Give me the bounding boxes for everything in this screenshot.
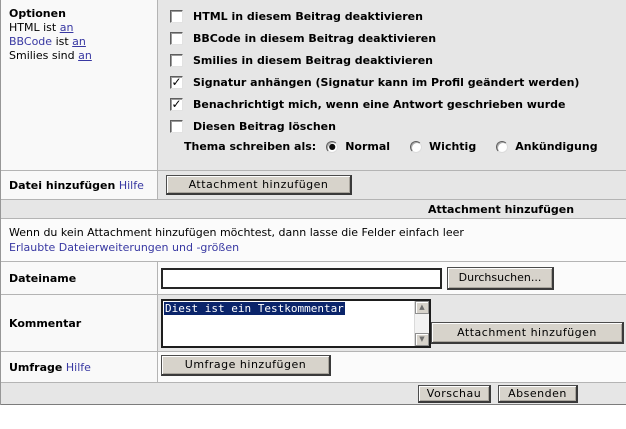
checkbox-label-bbcode[interactable]: BBCode in diesem Beitrag deaktivieren	[193, 32, 436, 45]
radio-label-wichtig[interactable]: Wichtig	[429, 140, 476, 153]
bbcode-link[interactable]: BBCode	[9, 35, 52, 48]
add-file-label-cell: Datei hinzufügen Hilfe	[1, 171, 158, 199]
radio-ankuendigung[interactable]	[496, 140, 509, 153]
comment-label-cell: Kommentar	[1, 295, 158, 351]
add-file-button-cell: Attachment hinzufügen	[158, 171, 626, 199]
allowed-extensions-link[interactable]: Erlaubte Dateierweiterungen und -größen	[9, 241, 239, 254]
scroll-down-icon[interactable]: ▼	[415, 333, 429, 346]
attachment-panel-title: Attachment hinzufügen	[428, 203, 575, 216]
comment-cell: Diest ist ein Testkommentar ▲ ▼ Attachme…	[158, 295, 626, 351]
bbcode-status-link[interactable]: an	[72, 35, 86, 48]
checkbox-row-delete: Diesen Beitrag löschen	[170, 115, 626, 137]
html-status-link[interactable]: an	[60, 21, 74, 34]
bbcode-status-line: BBCode ist an	[9, 35, 86, 48]
add-file-row: Datei hinzufügen Hilfe Attachment hinzuf…	[1, 171, 626, 200]
checkbox-disable-smilies[interactable]	[170, 53, 183, 67]
attachment-add-button-comment[interactable]: Attachment hinzufügen	[431, 322, 624, 344]
smilies-status-line: Smilies sind an	[9, 49, 92, 62]
filename-input-cell: Durchsuchen...	[158, 262, 626, 294]
comment-textarea[interactable]: Diest ist ein Testkommentar ▲ ▼	[161, 299, 431, 348]
browse-button[interactable]: Durchsuchen...	[447, 266, 554, 290]
options-title: Optionen	[9, 7, 66, 20]
comment-selected-text: Diest ist ein Testkommentar	[164, 302, 345, 315]
filename-label: Dateiname	[9, 271, 77, 285]
filename-label-cell: Dateiname	[1, 262, 158, 294]
options-row: Optionen HTML ist an BBCode ist an Smili…	[1, 0, 626, 171]
form-table: Optionen HTML ist an BBCode ist an Smili…	[0, 0, 626, 405]
checkbox-row-html: HTML in diesem Beitrag deaktivieren	[170, 5, 626, 27]
comment-text-area-content: Diest ist ein Testkommentar	[163, 301, 414, 346]
checkbox-row-signature: ✓ Signatur anhängen (Signatur kann im Pr…	[170, 71, 626, 93]
html-status-line: HTML ist an	[9, 21, 74, 34]
footer-row: Vorschau Absenden	[1, 383, 626, 405]
submit-button[interactable]: Absenden	[498, 385, 578, 403]
comment-label: Kommentar	[9, 316, 82, 330]
checkbox-disable-bbcode[interactable]	[170, 31, 183, 45]
radio-normal[interactable]: ●	[326, 140, 339, 153]
attachment-panel-header: Attachment hinzufügen	[1, 200, 626, 219]
checkbox-notify-reply[interactable]: ✓	[170, 97, 183, 111]
radio-wichtig[interactable]	[410, 140, 423, 153]
attachment-help-link[interactable]: Hilfe	[119, 179, 144, 192]
checkbox-label-delete[interactable]: Diesen Beitrag löschen	[193, 120, 336, 133]
options-label-cell: Optionen HTML ist an BBCode ist an Smili…	[1, 0, 158, 170]
checkbox-row-notify: ✓ Benachrichtigt mich, wenn eine Antwort…	[170, 93, 626, 115]
checkbox-delete-post[interactable]	[170, 119, 183, 133]
filename-input[interactable]	[161, 267, 442, 289]
poll-help-link[interactable]: Hilfe	[66, 361, 91, 374]
radio-label-normal[interactable]: Normal	[345, 140, 390, 153]
radio-label-ankuendigung[interactable]: Ankündigung	[515, 140, 597, 153]
post-as-label: Thema schreiben als:	[184, 140, 317, 153]
comment-scrollbar[interactable]: ▲ ▼	[414, 301, 429, 346]
preview-button[interactable]: Vorschau	[418, 385, 491, 403]
attachment-info-text: Wenn du kein Attachment hinzufügen möcht…	[9, 226, 464, 239]
poll-label-cell: Umfrage Hilfe	[1, 352, 158, 382]
scroll-up-icon[interactable]: ▲	[415, 301, 429, 314]
poll-add-button[interactable]: Umfrage hinzufügen	[161, 355, 331, 376]
checkbox-attach-signature[interactable]: ✓	[170, 75, 183, 89]
checkbox-label-notify[interactable]: Benachrichtigt mich, wenn eine Antwort g…	[193, 98, 566, 111]
smilies-status-link[interactable]: an	[78, 49, 92, 62]
add-file-label: Datei hinzufügen	[9, 178, 116, 192]
poll-label: Umfrage	[9, 360, 63, 374]
filename-row: Dateiname Durchsuchen...	[1, 262, 626, 295]
attachment-add-button[interactable]: Attachment hinzufügen	[166, 175, 352, 195]
poll-row: Umfrage Hilfe Umfrage hinzufügen	[1, 352, 626, 383]
checkbox-row-bbcode: BBCode in diesem Beitrag deaktivieren	[170, 27, 626, 49]
checkbox-row-smilies: Smilies in diesem Beitrag deaktivieren	[170, 49, 626, 71]
options-checkbox-cell: HTML in diesem Beitrag deaktivieren BBCo…	[158, 0, 626, 170]
comment-row: Kommentar Diest ist ein Testkommentar ▲ …	[1, 295, 626, 352]
poll-button-cell: Umfrage hinzufügen	[158, 352, 626, 382]
checkbox-label-smilies[interactable]: Smilies in diesem Beitrag deaktivieren	[193, 54, 433, 67]
attachment-info-row: Wenn du kein Attachment hinzufügen möcht…	[1, 219, 626, 262]
post-form-screen: Optionen HTML ist an BBCode ist an Smili…	[0, 0, 626, 429]
checkbox-label-signature[interactable]: Signatur anhängen (Signatur kann im Prof…	[193, 76, 579, 89]
checkbox-disable-html[interactable]	[170, 9, 183, 23]
post-as-radio-group: Thema schreiben als: ● Normal Wichtig An…	[184, 140, 626, 153]
checkbox-label-html[interactable]: HTML in diesem Beitrag deaktivieren	[193, 10, 423, 23]
